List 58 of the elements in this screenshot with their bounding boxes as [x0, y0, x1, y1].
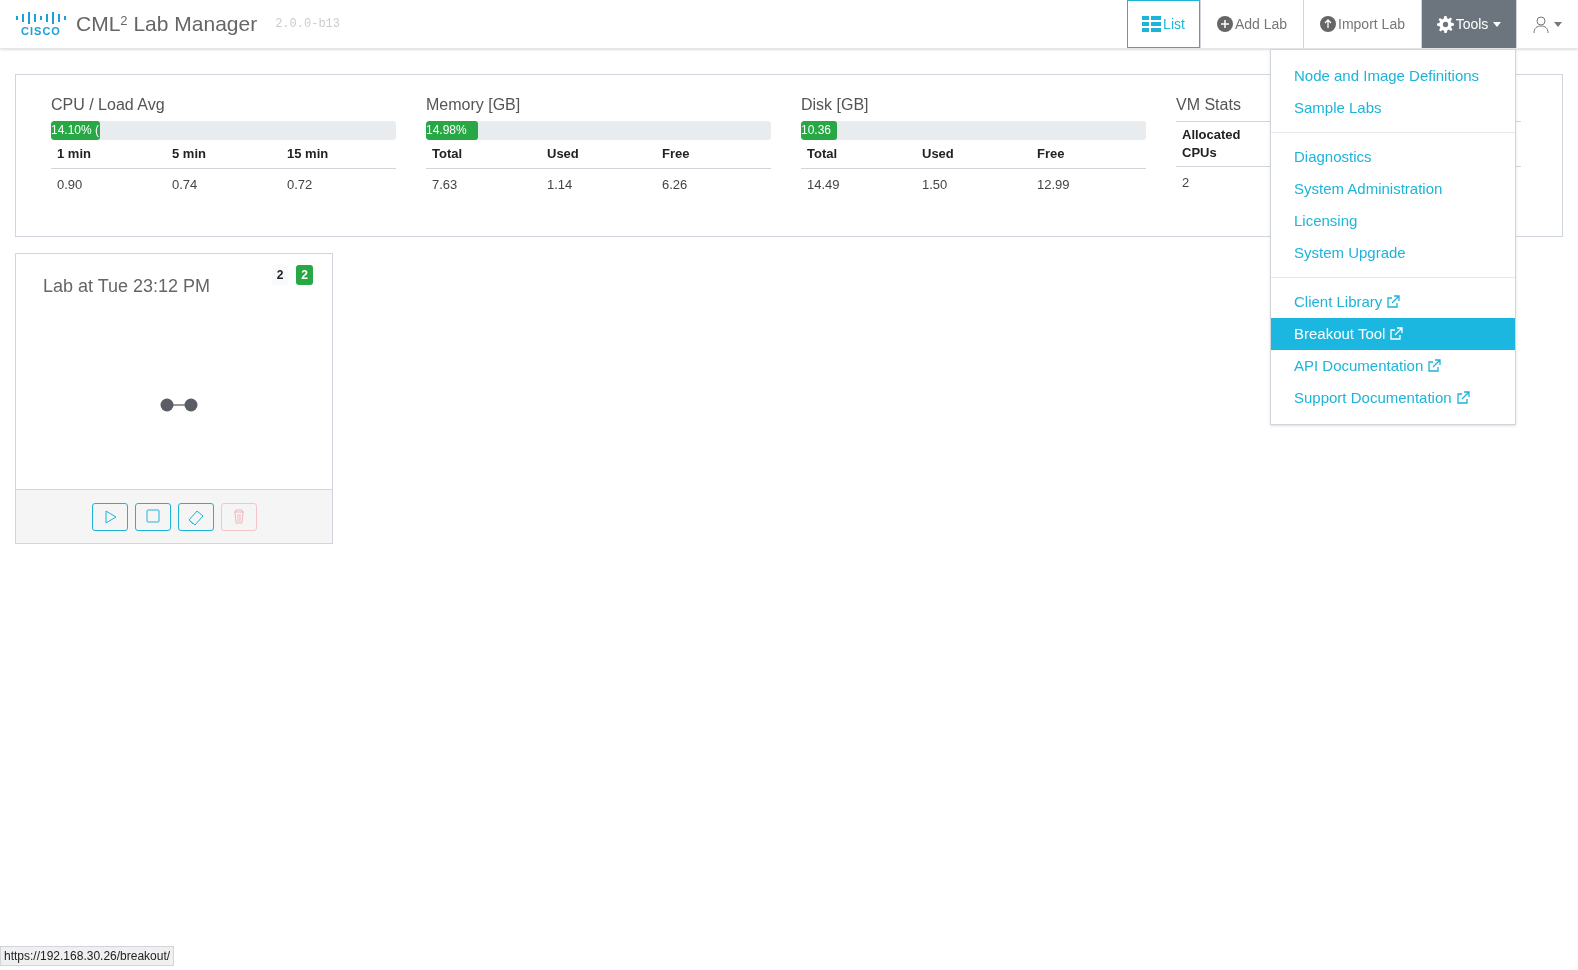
cisco-logo: CISCO — [16, 11, 66, 37]
menu-item[interactable]: Support Documentation — [1271, 382, 1515, 414]
lab-card[interactable]: Lab at Tue 23:12 PM 2 2 — [15, 253, 333, 544]
progress-fill: 14.10% ( — [51, 121, 100, 140]
table-cell-text: 2 — [1181, 174, 1191, 192]
table-cell-text: 12.99 — [1036, 175, 1071, 194]
progress-fill: 10.36 — [801, 121, 837, 140]
user-icon — [1533, 15, 1549, 33]
menu-item[interactable]: Licensing — [1271, 205, 1515, 237]
column-header: Allocated CPUs — [1176, 121, 1260, 167]
count-badge: 2 — [296, 265, 313, 285]
gear-icon — [1436, 15, 1454, 33]
column-header: Free — [656, 140, 771, 169]
nav-button[interactable]: List — [1127, 0, 1200, 48]
lab-title: Lab at Tue 23:12 PM — [43, 275, 211, 298]
table-cell-text: 1.50 — [921, 175, 949, 194]
section-title: VM Stats — [1176, 95, 1241, 115]
column-header: Used — [916, 140, 1031, 169]
status-url: https://192.168.30.26/breakout/ — [0, 946, 175, 966]
upload-icon — [1320, 16, 1337, 32]
table-cell-text: 0.72 — [286, 175, 314, 194]
table-cell-text: 14.49 — [806, 175, 841, 194]
nav-button[interactable]: Add Lab — [1200, 0, 1303, 48]
column-header: Total — [426, 140, 541, 169]
menu-item[interactable]: Sample Labs — [1271, 92, 1515, 124]
table-cell-text: 7.63 — [431, 175, 459, 194]
menu-item[interactable]: System Administration — [1271, 173, 1515, 205]
section-title: Memory [GB] — [426, 95, 521, 115]
column-header: Free — [1031, 140, 1146, 169]
column-header: 15 min — [281, 140, 396, 169]
table-cell-text: 0.90 — [56, 175, 84, 194]
list-icon — [1142, 16, 1162, 32]
caret-icon — [1554, 21, 1562, 27]
menu-item[interactable]: Diagnostics — [1271, 141, 1515, 173]
caret-icon — [1493, 21, 1502, 27]
section-title: Disk [GB] — [801, 95, 869, 115]
column-header: Total — [801, 140, 916, 169]
table-cell-text: 6.26 — [661, 175, 689, 194]
menu-item[interactable]: API Documentation — [1271, 350, 1515, 382]
column-header: Used — [541, 140, 656, 169]
progress-fill: 14.98% — [426, 121, 478, 140]
column-header: 5 min — [166, 140, 281, 169]
action-button[interactable] — [134, 502, 171, 531]
menu-item[interactable]: System Upgrade — [1271, 237, 1515, 269]
column-header: 1 min — [51, 140, 166, 169]
action-button[interactable] — [91, 502, 128, 531]
topology-drawing — [160, 398, 198, 412]
menu-item[interactable]: Client Library — [1271, 286, 1515, 318]
action-button[interactable] — [177, 502, 214, 531]
plus-circle-icon — [1216, 16, 1233, 32]
table-cell-text: 1.14 — [546, 175, 574, 194]
nav-button[interactable]: Tools — [1421, 0, 1516, 48]
menu-item[interactable]: Node and Image Definitions — [1271, 60, 1515, 92]
app-title: CML$^{2}$ Lab Manager — [76, 11, 258, 38]
count-badge: 2 — [271, 265, 289, 285]
table-cell-text: 0.74 — [171, 175, 199, 194]
menu-item[interactable]: Breakout Tool — [1271, 318, 1515, 350]
section-title: CPU / Load Avg — [51, 95, 165, 115]
